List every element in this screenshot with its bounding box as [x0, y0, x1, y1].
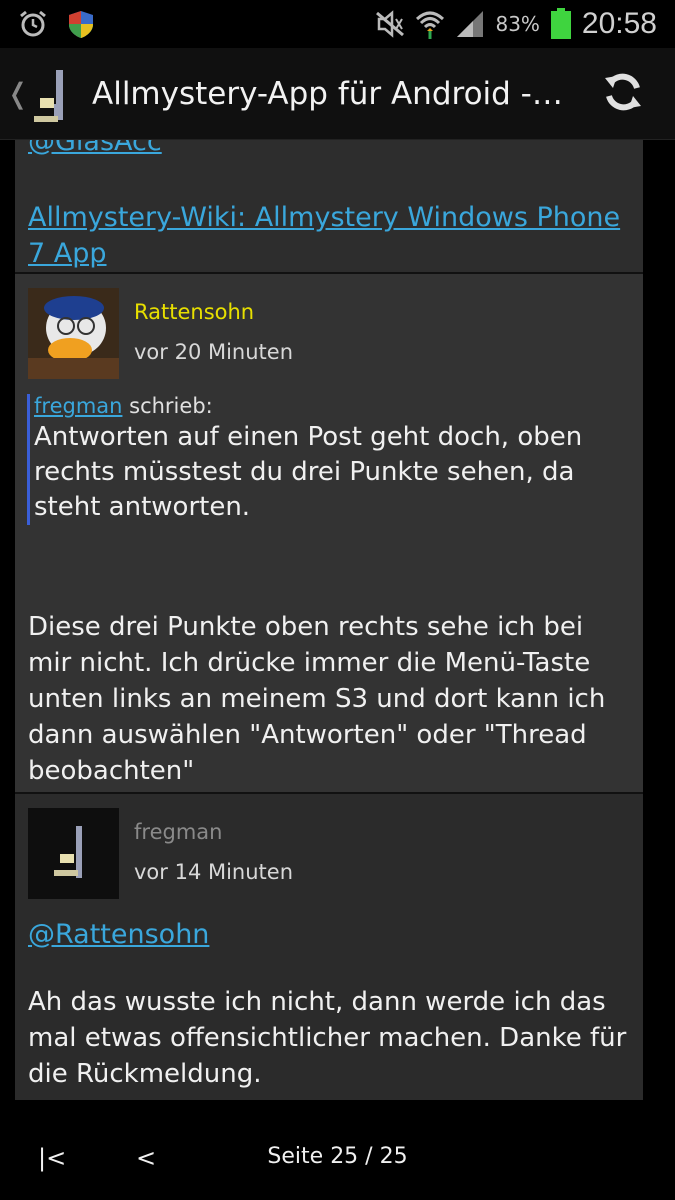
app-logo-avatar-icon	[28, 808, 119, 899]
quote-text: Antworten auf einen Post geht doch, oben…	[34, 422, 583, 522]
quote-author-link[interactable]: fregman	[34, 394, 122, 418]
page-title: Allmystery-App für Android -…	[92, 75, 562, 112]
refresh-icon[interactable]	[601, 70, 645, 114]
quote-suffix: schrieb:	[122, 394, 213, 418]
post-time: vor 20 Minuten	[134, 340, 294, 364]
post-text: Diese drei Punkte oben rechts sehe ich b…	[28, 612, 606, 786]
shield-icon	[69, 11, 93, 38]
author-name[interactable]: fregman	[134, 820, 222, 844]
battery-icon	[550, 8, 571, 39]
back-chevron-icon[interactable]: ❬	[6, 77, 30, 110]
action-bar: ❬ Allmystery-App für Android -…	[0, 48, 675, 140]
alarm-icon	[20, 10, 46, 37]
thread-posts[interactable]: @GlasAcc Allmystery-Wiki: Allmystery Win…	[15, 140, 643, 1100]
quote-block: fregman schrieb: Antworten auf einen Pos…	[27, 394, 617, 525]
avatar[interactable]	[28, 288, 119, 379]
post-item: @GlasAcc Allmystery-Wiki: Allmystery Win…	[15, 140, 643, 274]
page-indicator: Seite 25 / 25	[267, 1144, 408, 1169]
clock: 20:58	[581, 7, 657, 40]
quote-header: fregman schrieb:	[34, 394, 617, 418]
duck-avatar-icon	[28, 288, 119, 379]
status-bar: 83% 20:58	[0, 0, 675, 48]
wiki-link[interactable]: Allmystery-Wiki: Allmystery Windows Phon…	[28, 200, 628, 272]
post-text: Ah das wusste ich nicht, dann werde ich …	[28, 987, 627, 1089]
avatar[interactable]	[28, 808, 119, 899]
wifi-icon	[416, 11, 445, 39]
signal-icon	[457, 11, 484, 37]
mute-icon	[376, 10, 405, 38]
battery-percent: 83%	[495, 12, 540, 36]
app-logo[interactable]	[32, 64, 72, 124]
mention-link[interactable]: @Rattensohn	[28, 919, 209, 950]
post-time: vor 14 Minuten	[134, 860, 294, 884]
mention-link[interactable]: @GlasAcc	[28, 140, 162, 157]
author-name[interactable]: Rattensohn	[134, 300, 254, 324]
bottom-navigation: |< < Seite 25 / 25	[0, 1100, 675, 1200]
post-item: fregman vor 14 Minuten @Rattensohn Ah da…	[15, 794, 643, 1100]
post-item: Rattensohn vor 20 Minuten fregman schrie…	[15, 274, 643, 794]
